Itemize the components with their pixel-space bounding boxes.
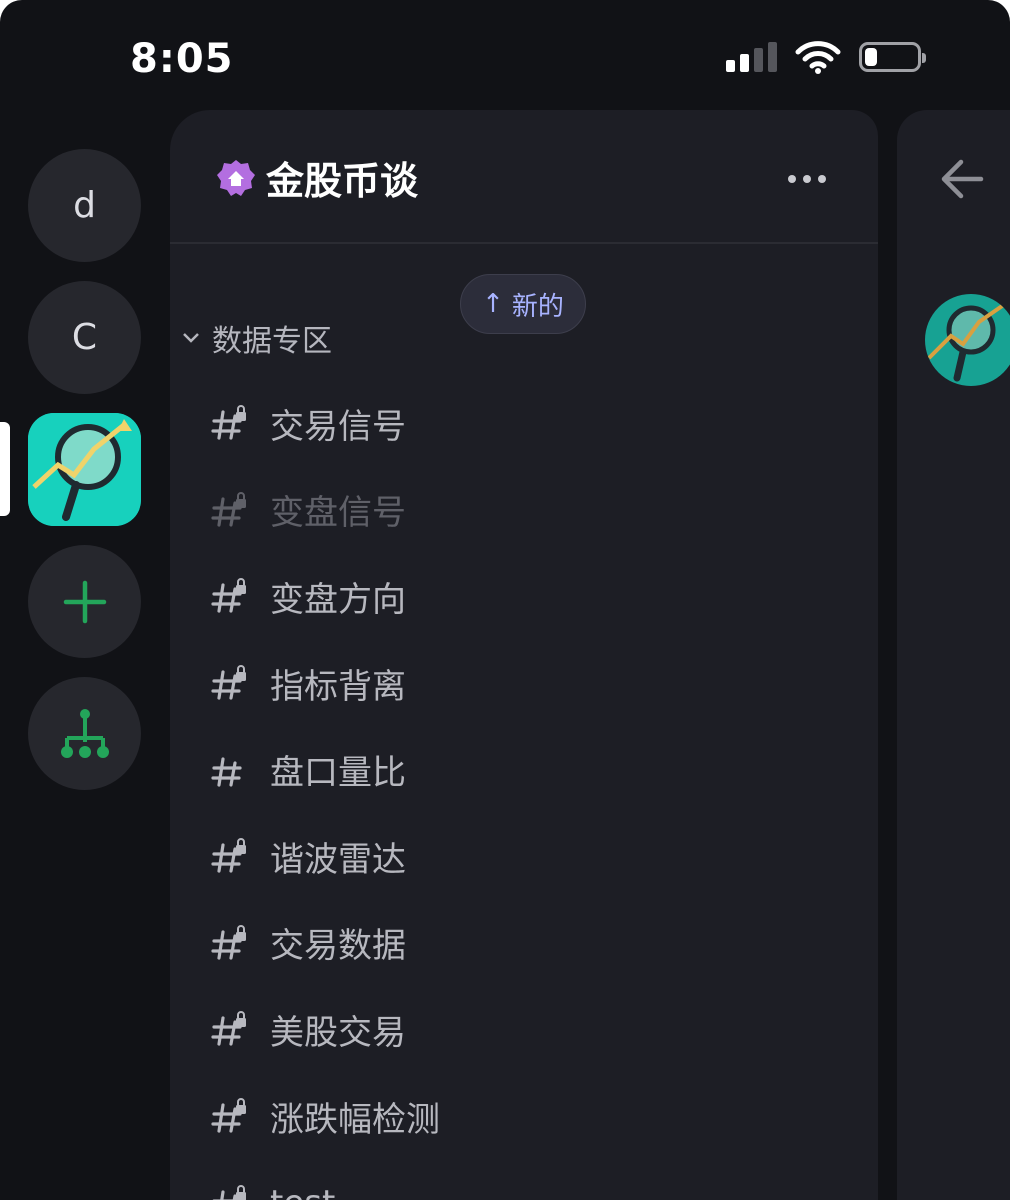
chevron-down-icon: [183, 333, 199, 343]
magnifier-chart-icon: [28, 413, 141, 526]
channel-item[interactable]: 交易信号: [210, 380, 850, 467]
hierarchy-icon: [60, 708, 109, 758]
channel-name: 盘口量比: [270, 753, 406, 794]
channel-name: 指标背离: [270, 666, 406, 707]
locked-hash-icon: [211, 1011, 246, 1047]
channel-item[interactable]: 谐波雷达: [210, 813, 850, 900]
channel-item[interactable]: 盘口量比: [210, 726, 850, 813]
new-messages-pill[interactable]: ↑ 新的: [460, 274, 586, 334]
channel-name: 谐波雷达: [270, 839, 406, 880]
plus-icon: [63, 580, 106, 623]
channel-item[interactable]: test: [210, 1159, 850, 1200]
cellular-signal-icon: [726, 42, 777, 72]
channel-item[interactable]: 涨跌幅检测: [210, 1073, 850, 1160]
channel-item[interactable]: 美股交易: [210, 986, 850, 1073]
server-avatar[interactable]: [925, 294, 1010, 386]
wifi-icon: [795, 41, 841, 74]
channel-name: 变盘信号: [270, 493, 406, 534]
channel-name: 交易信号: [270, 406, 406, 447]
channel-name: test: [270, 1183, 335, 1200]
server-item-d[interactable]: d: [28, 149, 141, 262]
status-icons: [726, 40, 926, 74]
server-initial: d: [73, 185, 96, 226]
locked-hash-icon: [211, 838, 246, 873]
locked-hash-icon: [211, 491, 246, 527]
locked-hash-icon: [211, 578, 246, 614]
channel-item[interactable]: 指标背离: [210, 640, 850, 727]
category-label: 数据专区: [212, 324, 332, 359]
server-item-active[interactable]: [28, 413, 141, 526]
locked-hash-icon: [211, 924, 246, 960]
channel-name: 美股交易: [270, 1012, 406, 1053]
server-initial: C: [71, 317, 98, 358]
locked-hash-icon: [211, 1098, 246, 1133]
hash-icon: [211, 757, 242, 787]
status-time: 8:05: [130, 36, 234, 82]
channel-list: 交易信号 变盘信号 变盘方向 指标背离 盘口量比 谐波雷达 交易数据 美股交易 …: [210, 380, 850, 1200]
channel-panel: 金股币谈 ↑ 新的 数据专区 交易信号 变盘信号 变盘方向 指标背离 盘口量比 …: [170, 110, 878, 1200]
dot-icon: [818, 175, 826, 183]
server-item-c[interactable]: C: [28, 281, 141, 394]
server-header[interactable]: 金股币谈: [170, 110, 878, 244]
discover-hub-button[interactable]: [28, 677, 141, 790]
channel-item[interactable]: 交易数据: [210, 900, 850, 987]
community-badge-icon: [217, 160, 255, 196]
category-header[interactable]: 数据专区: [182, 316, 332, 360]
server-name: 金股币谈: [266, 159, 419, 203]
arrow-left-icon[interactable]: [937, 154, 987, 204]
add-server-button[interactable]: [28, 545, 141, 658]
app-screen: 8:05 d C 金股币谈 ↑ 新的 数据专区 交易信号 变盘信号 变盘方向 指…: [0, 0, 1010, 1200]
locked-hash-icon: [212, 1184, 246, 1200]
magnifier-chart-icon: [927, 302, 1007, 382]
server-rail: d C: [0, 110, 170, 1200]
channel-item[interactable]: 变盘信号: [210, 467, 850, 554]
locked-hash-icon: [211, 665, 246, 700]
arrow-up-icon: ↑: [482, 289, 504, 319]
channel-name: 涨跌幅检测: [270, 1099, 440, 1140]
more-options-button[interactable]: [782, 162, 832, 196]
new-label: 新的: [511, 291, 564, 322]
dot-icon: [803, 175, 811, 183]
channel-name: 变盘方向: [270, 579, 406, 620]
locked-hash-icon: [211, 405, 246, 440]
channel-item[interactable]: 变盘方向: [210, 553, 850, 640]
channel-name: 交易数据: [270, 926, 406, 967]
selected-server-indicator: [0, 422, 10, 516]
dot-icon: [788, 175, 796, 183]
chat-panel-peek: [897, 110, 1010, 1200]
battery-icon: [859, 42, 926, 72]
